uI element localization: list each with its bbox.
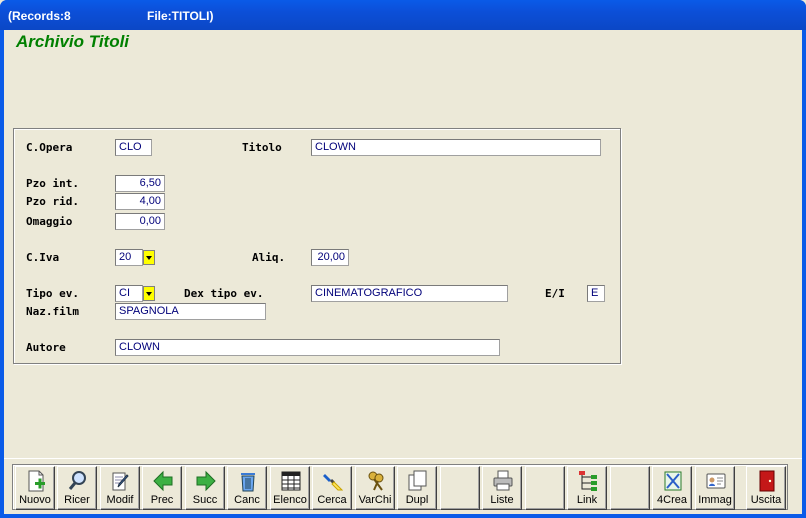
link-button[interactable]: Link: [567, 466, 607, 510]
tipo-ev-field[interactable]: CI: [115, 285, 143, 302]
empty-toolbar-slot-2: [525, 466, 565, 510]
client-area: Archivio Titoli C.Opera CLO Titolo CLOWN…: [4, 30, 802, 514]
tipo-ev-dropdown-icon[interactable]: [143, 286, 155, 301]
hierarchy-link-icon: [579, 471, 597, 491]
pzo-int-field[interactable]: 6,50: [115, 175, 165, 192]
titolo-field[interactable]: CLOWN: [311, 139, 601, 156]
magnifier-icon: [68, 471, 86, 490]
varchi-button[interactable]: VarChi: [355, 466, 395, 510]
dex-tipo-ev-field[interactable]: CINEMATOGRAFICO: [311, 285, 508, 302]
succ-label: Succ: [192, 494, 218, 506]
modif-button[interactable]: Modif: [100, 466, 140, 510]
cerca-button[interactable]: Cerca: [312, 466, 352, 510]
elenco-button[interactable]: Elenco: [270, 466, 310, 510]
flashlight-icon: [323, 474, 343, 491]
aliq-label: Aliq.: [252, 251, 286, 264]
c-iva-dropdown-icon[interactable]: [143, 250, 155, 265]
c-iva-field[interactable]: 20: [115, 249, 143, 266]
prec-button[interactable]: Prec: [142, 466, 182, 510]
list-table-icon: [281, 471, 301, 491]
c-opera-field[interactable]: CLO: [115, 139, 152, 156]
printer-icon: [493, 470, 513, 491]
link-label: Link: [576, 494, 598, 506]
title-bar[interactable]: (Records:8 File:TITOLI): [0, 0, 806, 30]
empty-toolbar-slot-1: [440, 466, 480, 510]
autore-field[interactable]: CLOWN: [115, 339, 500, 356]
liste-label: Liste: [490, 494, 514, 506]
c-iva-label: C.Iva: [26, 251, 60, 264]
record-form-panel: C.Opera CLO Titolo CLOWN Pzo int. 6,50 P…: [13, 128, 621, 364]
arrow-right-icon: [196, 470, 216, 492]
dupl-button[interactable]: Dupl: [397, 466, 437, 510]
omaggio-field[interactable]: 0,00: [115, 213, 165, 230]
dex-tipo-ev-label: Dex tipo ev.: [184, 287, 264, 300]
aliq-field[interactable]: 20,00: [311, 249, 349, 266]
crea4-label: 4Crea: [657, 494, 687, 506]
arrow-left-icon: [153, 470, 173, 492]
keys-icon: [368, 471, 384, 491]
c-opera-label: C.Opera: [26, 141, 73, 154]
nuovo-button[interactable]: Nuovo: [15, 466, 55, 510]
ricer-label: Ricer: [64, 494, 90, 506]
bottom-toolbar: Nuovo Ricer Modif Prec Succ Canc Elenco …: [4, 458, 802, 514]
design-tools-icon: [664, 471, 682, 491]
varchi-label: VarChi: [358, 494, 392, 506]
omaggio-label: Omaggio: [26, 215, 73, 228]
crea4-button[interactable]: 4Crea: [652, 466, 692, 510]
empty-toolbar-slot-3: [610, 466, 650, 510]
immag-button[interactable]: Immag: [695, 466, 735, 510]
cerca-label: Cerca: [317, 494, 347, 506]
uscita-button[interactable]: Uscita: [746, 466, 786, 510]
page-title: Archivio Titoli: [16, 32, 130, 51]
immag-label: Immag: [698, 494, 732, 506]
modif-label: Modif: [106, 494, 134, 506]
e-i-field[interactable]: E: [587, 285, 605, 302]
file-name: File:TITOLI): [147, 9, 214, 23]
uscita-label: Uscita: [750, 494, 782, 506]
pzo-rid-label: Pzo rid.: [26, 195, 79, 208]
app-window: (Records:8 File:TITOLI) Archivio Titoli …: [0, 0, 806, 518]
trash-icon: [241, 473, 255, 492]
naz-film-label: Naz.film: [26, 305, 79, 318]
autore-label: Autore: [26, 341, 66, 354]
dupl-label: Dupl: [405, 494, 429, 506]
elenco-label: Elenco: [273, 494, 307, 506]
liste-button[interactable]: Liste: [482, 466, 522, 510]
e-i-label: E/I: [545, 287, 565, 300]
new-document-icon: [28, 470, 45, 492]
nuovo-label: Nuovo: [19, 494, 51, 506]
exit-door-icon: [759, 470, 775, 492]
records-count: (Records:8: [8, 9, 71, 23]
edit-document-icon: [112, 472, 129, 491]
canc-button[interactable]: Canc: [227, 466, 267, 510]
titolo-label: Titolo: [242, 141, 282, 154]
pzo-int-label: Pzo int.: [26, 177, 79, 190]
id-card-icon: [706, 473, 726, 489]
duplicate-document-icon: [408, 470, 427, 491]
prec-label: Prec: [150, 494, 174, 506]
ricer-button[interactable]: Ricer: [57, 466, 97, 510]
tipo-ev-label: Tipo ev.: [26, 287, 79, 300]
naz-film-field[interactable]: SPAGNOLA: [115, 303, 266, 320]
canc-label: Canc: [234, 494, 260, 506]
pzo-rid-field[interactable]: 4,00: [115, 193, 165, 210]
succ-button[interactable]: Succ: [185, 466, 225, 510]
